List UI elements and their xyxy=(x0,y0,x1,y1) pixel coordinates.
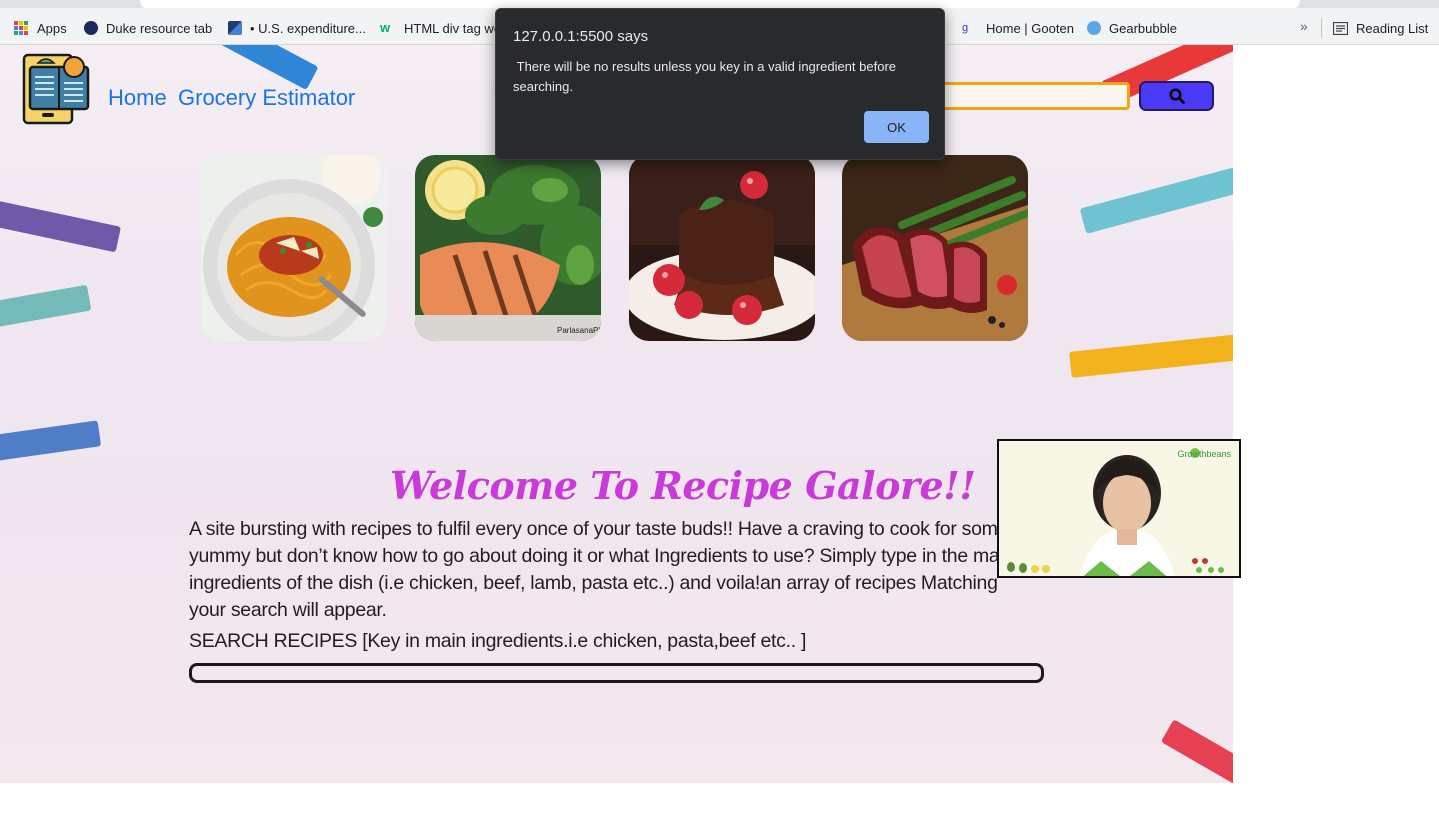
decor-pencil xyxy=(1069,334,1233,378)
bookmark-gearbubble[interactable]: Gearbubble xyxy=(1087,19,1177,37)
decor-pencil xyxy=(1079,162,1233,234)
bookmark-label: Apps xyxy=(37,20,67,36)
bookmark-label: Gearbubble xyxy=(1109,20,1177,36)
video-call-overlay[interactable]: Growthbeans xyxy=(997,439,1241,578)
address-bar[interactable] xyxy=(140,0,1300,8)
bookmark-label: • U.S. expenditure... xyxy=(250,20,366,36)
alert-ok-button[interactable]: OK xyxy=(864,111,929,143)
food-image-salmon[interactable]: ParlasanaPl xyxy=(415,155,601,341)
search-recipes-label: SEARCH RECIPES [Key in main ingredients.… xyxy=(189,630,807,652)
duke-logo-icon xyxy=(84,21,98,35)
nav-home-link[interactable]: Home xyxy=(108,85,167,111)
alert-dialog: 127.0.0.1:5500 says There will be no res… xyxy=(495,8,945,160)
search-icon xyxy=(1168,88,1185,104)
decor-pencil xyxy=(191,45,319,90)
bookmark-apps[interactable]: Apps xyxy=(14,19,67,37)
decor-pencil xyxy=(0,193,121,253)
food-watermark: ParlasanaPl xyxy=(557,326,600,335)
alert-origin: 127.0.0.1:5500 says xyxy=(513,28,649,45)
decor-pencil xyxy=(0,420,102,466)
bookmark-label: Home | Gooten xyxy=(986,20,1074,36)
reading-list-button[interactable]: Reading List xyxy=(1333,19,1428,37)
bookmark-duke[interactable]: Duke resource tab xyxy=(84,19,212,37)
header-search-input[interactable] xyxy=(938,82,1130,110)
chart-bookmark-icon xyxy=(228,21,242,35)
bookmark-label: Duke resource tab xyxy=(106,20,213,36)
bookmark-html-div[interactable]: w HTML div tag wo xyxy=(380,19,501,37)
nav-grocery-estimator-link[interactable]: Grocery Estimator xyxy=(178,85,355,111)
presenter-video-icon xyxy=(999,441,1239,576)
food-image-steak[interactable] xyxy=(842,155,1028,341)
gearbubble-icon xyxy=(1087,21,1101,35)
apps-grid-icon xyxy=(14,21,28,35)
food-image-lava-cake[interactable] xyxy=(629,155,815,341)
reading-list-label: Reading List xyxy=(1356,20,1429,36)
recipe-book-logo-icon[interactable] xyxy=(22,53,94,125)
decor-pencil xyxy=(0,284,92,332)
browser-toolbar-strip xyxy=(0,0,1439,8)
gooten-icon: g xyxy=(962,22,969,34)
w3schools-icon: w xyxy=(380,20,391,35)
reading-list-icon xyxy=(1333,21,1348,35)
recipe-search-input[interactable] xyxy=(189,663,1044,683)
decor-pencil xyxy=(1160,719,1233,783)
bookmark-gooten[interactable]: g Home | Gooten xyxy=(962,19,1074,37)
bookmark-us-expenditure[interactable]: • U.S. expenditure... xyxy=(228,19,366,37)
divider xyxy=(1321,18,1322,38)
alert-message: There will be no results unless you key … xyxy=(513,59,900,94)
food-image-spaghetti[interactable] xyxy=(201,155,387,341)
bookmarks-overflow-button[interactable]: » xyxy=(1300,18,1308,34)
video-brand-label: Growthbeans xyxy=(1177,449,1231,459)
intro-paragraph: A site bursting with recipes to fulfil e… xyxy=(189,518,1015,621)
welcome-title: Welcome To Recipe Galore!! xyxy=(390,463,976,508)
header-search-button[interactable] xyxy=(1139,81,1214,111)
bookmark-label: HTML div tag wo xyxy=(404,20,502,36)
